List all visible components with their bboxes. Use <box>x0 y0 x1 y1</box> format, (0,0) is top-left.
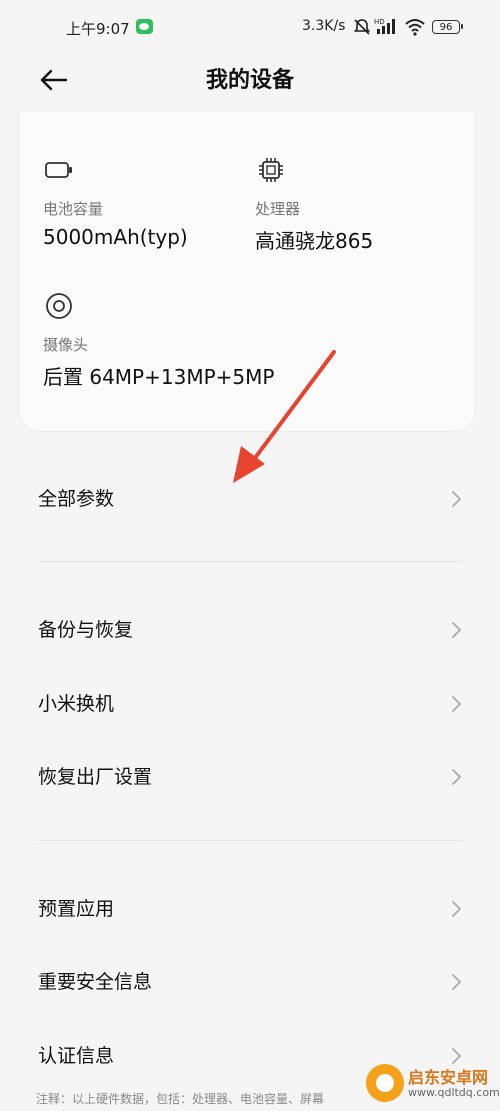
watermark-url: www.qdltdq.com <box>408 1086 500 1099</box>
menu-item-backup-restore[interactable]: 备份与恢复 <box>0 601 500 657</box>
chevron-right-icon <box>452 622 461 638</box>
site-watermark: 启东安卓网 www.qdltdq.com <box>366 1062 500 1106</box>
menu-item-label: 全部参数 <box>38 488 115 510</box>
network-speed: 3.3K/s <box>302 18 346 34</box>
spec-processor: 处理器 高通骁龙865 <box>255 154 373 254</box>
status-bar: 上午9:07 3.3K/s HD 96 <box>0 0 500 56</box>
wifi-icon <box>405 19 425 36</box>
spec-camera: 摄像头 后置 64MP+13MP+5MP <box>43 290 274 390</box>
spec-battery-label: 电池容量 <box>43 200 104 218</box>
status-time: 上午9:07 <box>66 20 130 38</box>
spec-processor-label: 处理器 <box>255 200 301 218</box>
watermark-name: 启东安卓网 <box>408 1068 489 1087</box>
chevron-right-icon <box>452 901 461 917</box>
spec-processor-value: 高通骁龙865 <box>255 229 374 253</box>
menu-item-label: 预置应用 <box>38 898 115 920</box>
menu-item-label: 恢复出厂设置 <box>38 766 153 788</box>
svg-text:HD: HD <box>374 18 385 26</box>
mute-icon <box>353 19 371 35</box>
menu-item-all-params[interactable]: 全部参数 <box>0 470 500 526</box>
menu-item-label: 小米换机 <box>38 693 115 715</box>
battery-indicator: 96 <box>432 20 463 34</box>
watermark-logo-icon <box>366 1064 404 1102</box>
chevron-right-icon <box>452 491 461 507</box>
spec-battery-value: 5000mAh(typ) <box>43 225 188 249</box>
menu-item-factory-reset[interactable]: 恢复出厂设置 <box>0 748 500 804</box>
chevron-right-icon <box>452 769 461 785</box>
menu-item-label: 认证信息 <box>38 1045 115 1067</box>
battery-icon <box>45 162 72 178</box>
section-divider <box>38 561 462 562</box>
chevron-right-icon <box>452 696 461 712</box>
device-spec-card: 电池容量 5000mAh(typ) 处理器 高通骁龙865 摄像头 后置 64M… <box>18 112 476 432</box>
chip-icon <box>259 158 283 182</box>
hardware-footnote: 注释：以上硬件数据，包括：处理器、电池容量、屏幕 <box>36 1092 325 1106</box>
signal-icon: HD <box>374 18 395 34</box>
chevron-right-icon <box>452 974 461 990</box>
page-title: 我的设备 <box>205 68 294 93</box>
menu-item-label: 备份与恢复 <box>38 619 134 641</box>
menu-item-safety-info[interactable]: 重要安全信息 <box>0 953 500 1009</box>
menu-item-preinstalled-apps[interactable]: 预置应用 <box>0 880 500 936</box>
spec-camera-value: 后置 64MP+13MP+5MP <box>43 365 275 389</box>
section-divider <box>38 840 462 841</box>
menu-item-label: 重要安全信息 <box>38 971 153 993</box>
wechat-notification-icon <box>136 19 153 34</box>
spec-battery: 电池容量 5000mAh(typ) <box>43 154 188 249</box>
camera-icon <box>46 293 72 319</box>
menu-item-mi-mover[interactable]: 小米换机 <box>0 675 500 731</box>
spec-camera-label: 摄像头 <box>43 336 89 354</box>
